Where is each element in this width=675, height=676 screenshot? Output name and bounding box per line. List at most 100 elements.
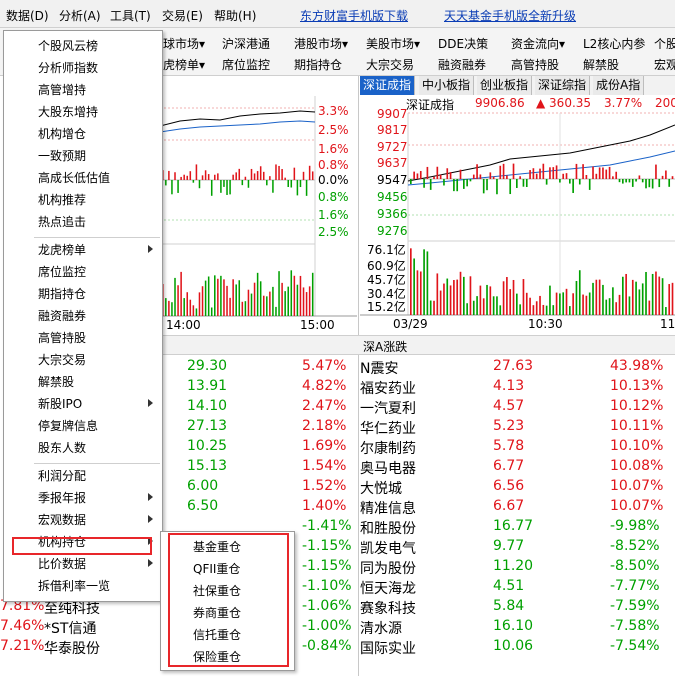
row-price: 5.78 — [493, 438, 525, 454]
menu-item-9[interactable]: 龙虎榜单 — [38, 241, 86, 258]
menu-item-15[interactable]: 解禁股 — [38, 373, 74, 390]
table-row[interactable]: 奥马电器 6.77 10.08% — [360, 458, 675, 478]
left-volume-bars — [162, 270, 314, 316]
menu-item-16[interactable]: 新股IPO — [38, 395, 82, 412]
volume-bar — [598, 279, 601, 315]
chart-bar — [238, 168, 241, 180]
nav-global-market[interactable]: 球市场▾ — [163, 35, 205, 52]
pct-label-7: 1.6% — [318, 208, 349, 222]
table-row[interactable]: 凯发电气 9.77 -8.52% — [360, 538, 675, 558]
nav-dde[interactable]: DDE决策 — [438, 35, 488, 52]
menu-item-20[interactable]: 季报年报 — [38, 489, 86, 506]
volume-bar — [256, 272, 259, 316]
volume-bar — [290, 270, 293, 316]
row-change-pct: 2.47% — [302, 398, 347, 414]
chart-bar — [668, 179, 671, 187]
row-stock-name: 福安药业 — [360, 381, 416, 397]
menu-item-7[interactable]: 机构推荐 — [38, 191, 86, 208]
chart-bar — [631, 179, 634, 187]
volume-bar — [565, 288, 568, 315]
menu-item-24[interactable]: 拆借利率一览 — [38, 577, 110, 594]
menu-item-11[interactable]: 期指持仓 — [38, 285, 86, 302]
panel-divider — [358, 76, 359, 676]
menu-item-5[interactable]: 一致预期 — [38, 147, 86, 164]
nav-us-market[interactable]: 美股市场▾ — [366, 35, 420, 52]
volume-bar — [210, 307, 213, 316]
chart-bar — [618, 179, 621, 183]
table-row[interactable]: 国际实业 10.06 -7.54% — [360, 638, 675, 658]
volume-bar — [449, 285, 452, 315]
chart-bar — [645, 179, 647, 189]
menu-item-1[interactable]: 分析师指数 — [38, 59, 98, 76]
table-row[interactable]: 福安药业 4.13 10.13% — [360, 378, 675, 398]
nav-l2-core[interactable]: L2核心内参 — [583, 35, 645, 52]
nav-exec-holding[interactable]: 高管持股 — [511, 56, 559, 73]
menu-item-3[interactable]: 大股东增持 — [38, 103, 98, 120]
nav-macro[interactable]: 宏观 — [654, 56, 675, 73]
volume-bar — [582, 294, 584, 315]
menu-item-18[interactable]: 股东人数 — [38, 439, 86, 456]
tab-szse-component[interactable]: 深证成指 — [360, 76, 416, 95]
menu-item-19[interactable]: 利润分配 — [38, 467, 86, 484]
fund-app-link[interactable]: 天天基金手机版全新升级 — [444, 7, 576, 24]
menu-item-17[interactable]: 停复牌信息 — [38, 417, 98, 434]
table-row[interactable]: 恒天海龙 4.51 -7.77% — [360, 578, 675, 598]
table-row[interactable]: 精准信息 6.67 10.07% — [360, 498, 675, 518]
nav-margin[interactable]: 融资融券 — [438, 56, 486, 73]
menu-item-8[interactable]: 热点追击 — [38, 213, 86, 230]
volume-bar — [612, 287, 614, 315]
nav-stock[interactable]: 个股 — [654, 35, 675, 52]
tab-component-a[interactable]: 成份A指 — [593, 76, 645, 95]
menu-item-13[interactable]: 高管持股 — [38, 329, 86, 346]
table-row[interactable]: N震安 27.63 43.98% — [360, 358, 675, 378]
nav-hk-connect[interactable]: 沪深港通 — [222, 35, 270, 52]
nav-futures-position[interactable]: 期指持仓 — [294, 56, 342, 73]
menu-item-23[interactable]: 比价数据 — [38, 555, 86, 572]
nav-block-trade[interactable]: 大宗交易 — [366, 56, 414, 73]
nav-fund-flow[interactable]: 资金流向▾ — [511, 35, 565, 52]
nav-seat-monitor[interactable]: 席位监控 — [222, 56, 270, 73]
table-row[interactable]: 和胜股份 16.77 -9.98% — [360, 518, 675, 538]
tab-chinext[interactable]: 创业板指 — [477, 76, 533, 95]
chart-bar — [269, 176, 271, 180]
volume-bar — [668, 284, 671, 315]
menu-item-4[interactable]: 机构增仓 — [38, 125, 86, 142]
chart-bar — [275, 164, 277, 180]
table-row[interactable]: 尔康制药 5.78 10.10% — [360, 438, 675, 458]
menu-item-2[interactable]: 高管增持 — [38, 81, 86, 98]
table-row[interactable]: 大悦城 6.56 10.07% — [360, 478, 675, 498]
menu-item-10[interactable]: 席位监控 — [38, 263, 86, 280]
table-row[interactable]: 华仁药业 5.23 10.11% — [360, 418, 675, 438]
volume-bar — [578, 270, 581, 315]
menu-trade[interactable]: 交易(E) — [162, 7, 203, 24]
table-row[interactable]: 一汽夏利 4.57 10.12% — [360, 398, 675, 418]
row-change-pct: 43.98% — [610, 358, 664, 374]
chart-bar — [598, 167, 601, 179]
menu-tools[interactable]: 工具(T) — [110, 7, 151, 24]
nav-hk-market[interactable]: 港股市场▾ — [294, 35, 348, 52]
volume-bar — [229, 297, 231, 316]
tab-sme[interactable]: 中小板指 — [419, 76, 475, 95]
tab-szse-composite[interactable]: 深证综指 — [535, 76, 591, 95]
nav-unlock[interactable]: 解禁股 — [583, 56, 619, 73]
menu-item-6[interactable]: 高成长低估值 — [38, 169, 110, 186]
menu-item-0[interactable]: 个股风云榜 — [38, 37, 98, 54]
nav-dragon-tiger[interactable]: 虎榜单▾ — [163, 56, 205, 73]
menu-item-14[interactable]: 大宗交易 — [38, 351, 86, 368]
vol-label-1: 76.1亿 — [367, 243, 406, 257]
pct-label-5: 0.0% — [318, 173, 349, 187]
chart-bar — [232, 174, 234, 180]
table-row[interactable]: 赛象科技 5.84 -7.59% — [360, 598, 675, 618]
price-label-8: 9276 — [377, 224, 408, 238]
table-row[interactable]: 清水源 16.10 -7.58% — [360, 618, 675, 638]
menu-item-21[interactable]: 宏观数据 — [38, 511, 86, 528]
menu-data[interactable]: 数据(D) — [6, 7, 49, 24]
menu-item-12[interactable]: 融资融券 — [38, 307, 86, 324]
volume-bar — [545, 305, 548, 315]
volume-bar — [489, 286, 492, 315]
menu-analysis[interactable]: 分析(A) — [59, 7, 101, 24]
row-change-pct: 1.52% — [302, 478, 347, 494]
menu-help[interactable]: 帮助(H) — [214, 7, 256, 24]
mobile-download-link[interactable]: 东方财富手机版下载 — [300, 7, 408, 24]
table-row[interactable]: 同为股份 11.20 -8.50% — [360, 558, 675, 578]
